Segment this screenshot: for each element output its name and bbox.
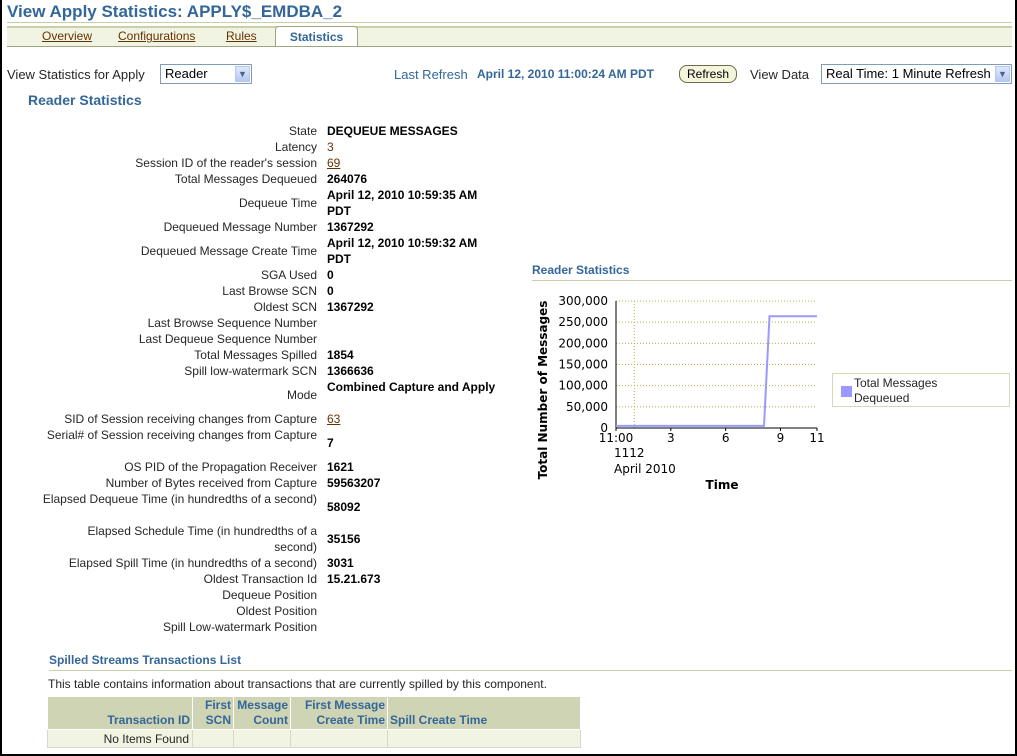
y-axis-title: Total Number of Messages [536,301,550,480]
stat-label: Elapsed Dequeue Time (in hundredths of a… [42,492,317,506]
stat-label: Dequeue Position [222,588,317,602]
legend-swatch [841,386,852,397]
stat-value: 58092 [327,500,361,514]
y-tick-label: 200,000 [558,336,608,350]
session-link[interactable]: 69 [327,155,497,171]
stat-value: 1367292 [327,300,374,314]
stat-value: 3 [327,140,334,154]
stat-label: State [288,124,317,138]
legend-entry: Total Messages Dequeued [854,376,938,405]
column-header-transaction-id[interactable]: Transaction ID [47,696,193,730]
stat-value: Combined Capture and Apply [327,380,496,394]
stat-value: 1366636 [327,364,374,378]
last-refresh-value: April 12, 2010 11:00:24 AM PDT [477,67,654,81]
stat-label: Mode [286,388,317,402]
view-data-value: Real Time: 1 Minute Refresh [826,66,991,81]
stat-label: Dequeued Message Number [163,220,317,234]
x-axis-title: Time [706,478,739,492]
chart-legend: Total Messages Dequeued [832,373,1010,407]
stat-value: 1854 [327,348,354,362]
stat-value: 0 [327,268,334,282]
stat-label: Oldest Position [236,604,317,618]
spilled-description: This table contains information about tr… [48,677,547,691]
stat-label: Total Messages Dequeued [174,172,317,186]
page-title: View Apply Statistics: APPLY$_EMDBA_2 [7,2,343,21]
x-tick-label: 11 [809,431,824,445]
tab-statistics[interactable]: Statistics [275,26,358,46]
view-data-label: View Data [750,67,810,82]
view-data-select[interactable]: Real Time: 1 Minute Refresh ▼ [821,64,1012,84]
stat-label: Oldest SCN [253,300,317,314]
chevron-down-icon[interactable]: ▼ [235,66,250,82]
reader-statistics-header: Reader Statistics [28,92,142,108]
stat-value: 1621 [327,460,354,474]
stat-label: Elapsed Spill Time (in hundredths of a s… [68,556,317,570]
stat-value: April 12, 2010 10:59:35 AM PDT [327,188,478,218]
last-refresh-label: Last Refresh [394,67,468,82]
stat-label: SID of Session receiving changes from Ca… [64,412,317,426]
table-row: No Items Found [47,729,581,748]
stat-label: Number of Bytes received from Capture [105,476,317,490]
view-statistics-label: View Statistics for Apply [7,67,145,82]
stat-value: 35156 [327,532,361,546]
x-sublabel: 1112 [614,446,645,460]
y-tick-label: 150,000 [558,358,608,372]
stat-label: Last Browse SCN [222,284,317,298]
tab-overview[interactable]: Overview [42,29,92,43]
stat-label: Latency [274,140,317,154]
stat-label: Last Dequeue Sequence Number [138,332,317,346]
x-tick-label: 6 [722,431,730,445]
y-tick-label: 100,000 [558,379,608,393]
stat-label: Spill low-watermark SCN [184,364,317,378]
stat-value: 15.21.673 [327,572,381,586]
stat-label: Total Messages Spilled [194,348,317,362]
stat-value: 59563207 [327,476,381,490]
x-tick-label: 9 [777,431,785,445]
stat-value: 7 [327,436,334,450]
stat-label: Dequeued Message Create Time [140,244,317,258]
column-header-message-count[interactable]: Message Count [233,696,291,730]
view-statistics-select[interactable]: Reader ▼ [160,64,252,84]
tab-bar: Overview Configurations Rules Statistics [7,22,1012,47]
tab-bar-divider [7,22,1012,23]
stat-value: DEQUEUE MESSAGES [327,124,458,138]
stat-value: April 12, 2010 10:59:32 AM PDT [327,236,478,266]
tab-configurations[interactable]: Configurations [118,29,195,43]
stat-label: Serial# of Session receiving changes fro… [46,428,317,442]
x-sublabel: April 2010 [614,462,676,476]
column-header-first-message-create-time[interactable]: First Message Create Time [290,696,388,730]
y-tick-label: 250,000 [558,315,608,329]
stat-value: 3031 [327,556,354,570]
stat-label: OS PID of the Propagation Receiver [124,460,317,474]
y-tick-label: 50,000 [566,400,608,414]
y-tick-label: 300,000 [558,294,608,308]
stat-label: Last Browse Sequence Number [147,316,317,330]
stat-label: Session ID of the reader's session [135,156,317,170]
chart-section-header: Reader Statistics [532,263,1012,281]
series-line [616,315,817,427]
stat-label: Elapsed Schedule Time (in hundredths of … [87,524,317,554]
stat-value: 0 [327,284,334,298]
spilled-transactions-header: Spilled Streams Transactions List [49,653,1012,671]
column-header-spill-create-time[interactable]: Spill Create Time [387,696,581,730]
tab-rules[interactable]: Rules [226,29,257,43]
x-tick-label: 11:00 [599,431,634,445]
stat-label: Spill Low-watermark Position [162,620,317,634]
chevron-down-icon[interactable]: ▼ [995,66,1010,82]
spilled-transactions-table: Transaction ID First SCN Message Count Fir… [47,696,581,748]
stat-value: 264076 [327,172,368,186]
stat-label: SGA Used [260,268,317,282]
stat-label: Oldest Transaction Id [203,572,317,586]
session-link[interactable]: 63 [327,411,497,427]
stat-value: 1367292 [327,220,374,234]
view-statistics-value: Reader [165,66,208,81]
reader-statistics-chart: 050,000100,000150,000200,000250,000300,0… [536,294,825,492]
refresh-button[interactable]: Refresh [679,65,737,83]
column-header-first-scn[interactable]: First SCN [192,696,234,730]
stat-label: Dequeue Time [238,196,317,210]
x-tick-label: 3 [667,431,675,445]
no-items-found: No Items Found [47,729,193,748]
